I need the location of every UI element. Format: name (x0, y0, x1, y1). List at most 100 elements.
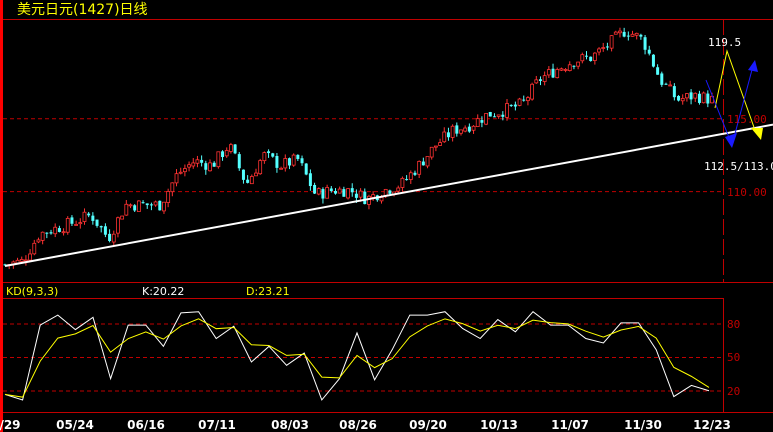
candle-body (271, 153, 275, 157)
candle-body (178, 171, 183, 174)
candle-body (74, 224, 79, 226)
candle-body (634, 32, 639, 36)
candle-body (166, 191, 171, 203)
candle-body (333, 190, 337, 194)
candle (120, 215, 125, 220)
candle-body (417, 161, 422, 175)
candle-body (95, 219, 99, 226)
candle-body (496, 114, 501, 117)
candle-body (65, 217, 70, 233)
candle-body (492, 116, 496, 118)
x-tick-label: 08/26 (339, 418, 377, 432)
candle-body (680, 98, 685, 102)
candle-body (182, 168, 187, 173)
candle-body (283, 158, 288, 169)
candle-body (584, 55, 588, 57)
candle-body (517, 98, 522, 106)
candle-body (82, 211, 87, 222)
candle (65, 216, 70, 235)
candle-body (438, 142, 442, 146)
candle-body (522, 99, 526, 101)
candle-body (538, 79, 542, 81)
candle-body (224, 150, 229, 157)
candle-body (246, 179, 250, 183)
candle-body (61, 231, 66, 234)
candle (216, 151, 221, 169)
candle-body (304, 163, 308, 175)
candle-body (551, 68, 555, 78)
candle-body (672, 86, 676, 98)
candle-body (609, 35, 614, 49)
candle-body (267, 151, 271, 154)
candle-body (153, 201, 158, 206)
candle-body (546, 69, 551, 76)
candle (677, 95, 681, 102)
candle-body (229, 144, 233, 152)
candle-body (597, 48, 601, 53)
candle-body (36, 239, 41, 243)
candle-body (626, 35, 630, 37)
candle-body (526, 97, 530, 102)
x-tick-label: 11/30 (624, 418, 662, 432)
candle-body (367, 195, 371, 205)
candle-body (329, 188, 333, 192)
candle-body (208, 162, 212, 172)
price-tick-115: 115.00 (727, 113, 767, 126)
candle-body (141, 202, 145, 204)
candle-body (408, 172, 413, 180)
chart-title: 美元日元(1427)日线 (17, 2, 148, 18)
candle-body (455, 125, 459, 134)
candle-body (405, 179, 409, 181)
candle-body (221, 151, 225, 158)
candle-body (316, 188, 321, 195)
candle-body (262, 152, 267, 162)
candle-body (567, 64, 572, 71)
candle-body (116, 217, 120, 234)
candle-body (618, 30, 622, 34)
candle-body (660, 73, 664, 85)
candle-body (19, 259, 24, 262)
candle-body (592, 52, 597, 61)
candle-body (275, 155, 279, 168)
candle-body (513, 104, 517, 107)
candle-body (254, 172, 258, 177)
candle (346, 188, 350, 200)
candle-body (559, 68, 564, 71)
candle-body (24, 259, 28, 262)
candle (304, 163, 308, 176)
candle-body (572, 65, 576, 67)
candle-body (296, 154, 300, 159)
candle (517, 97, 522, 107)
kd-tick-50: 50 (727, 351, 740, 364)
candle-body (363, 191, 367, 205)
candle-body (701, 92, 706, 104)
candle-body (350, 188, 354, 193)
x-tick-label: 09/20 (409, 418, 447, 432)
candle-body (32, 242, 37, 255)
candle-body (379, 197, 384, 202)
candle (530, 82, 535, 101)
candle-body (120, 215, 125, 220)
candle-body (287, 158, 291, 166)
candle-body (388, 190, 392, 194)
candle-body (111, 233, 116, 243)
candle (136, 200, 141, 212)
candle-body (647, 49, 651, 54)
candle-body (450, 125, 455, 138)
price-tick-110: 110.00 (727, 186, 767, 199)
kd-tick-20: 20 (727, 385, 740, 398)
candle-body (563, 69, 568, 71)
candle-body (484, 113, 488, 125)
candle-body (421, 161, 425, 166)
kd-tick-80: 80 (727, 318, 740, 331)
candle (589, 56, 593, 62)
candle-body (313, 184, 317, 194)
support-target-label: 112.5/113.0 (704, 160, 773, 173)
candle-body (124, 203, 129, 216)
candle-body (40, 231, 45, 241)
x-tick-label: 12/23 (693, 418, 731, 432)
candle (660, 71, 664, 87)
kd-k-value: K:20.22 (142, 285, 184, 298)
chart-canvas: 美元日元(1427)日线 115.00 110.00 119.5 112.5/1… (0, 0, 773, 432)
candle-body (53, 226, 58, 235)
